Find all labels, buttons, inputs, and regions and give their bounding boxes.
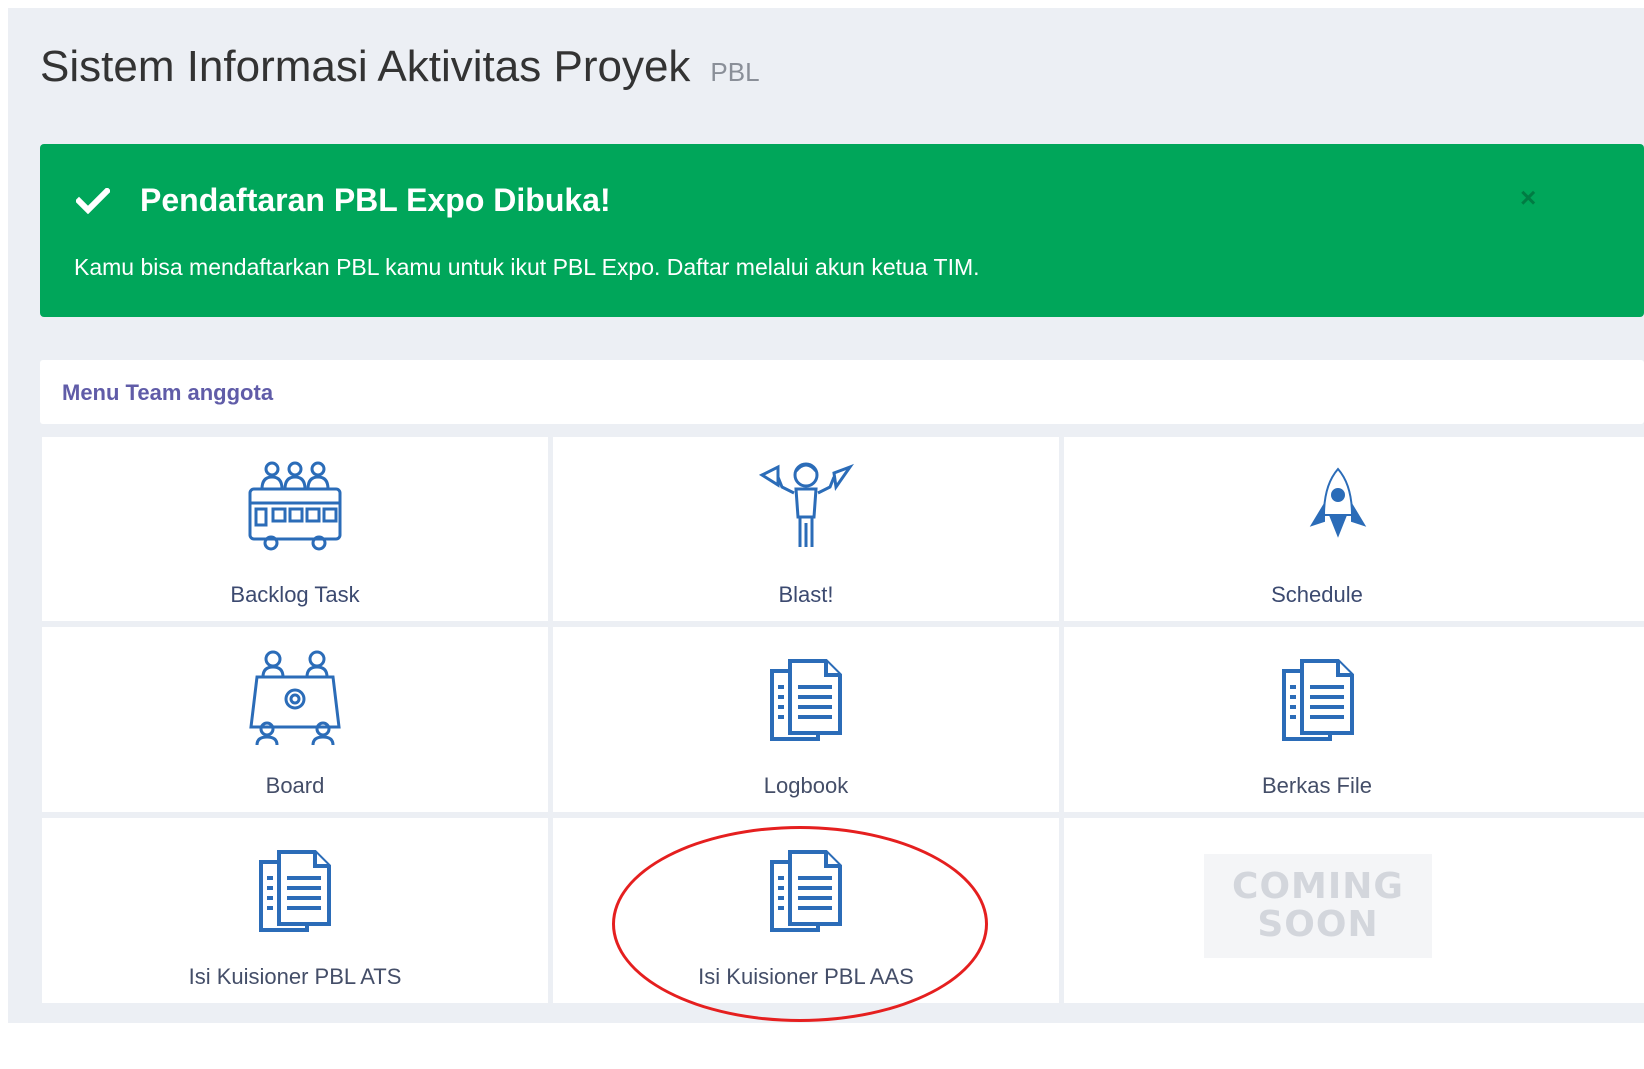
check-icon <box>76 188 110 214</box>
alert-success: Pendaftaran PBL Expo Dibuka! Kamu bisa m… <box>40 144 1644 317</box>
menu-tile-coming-soon: COMING SOON <box>1064 818 1644 1003</box>
tile-label: Isi Kuisioner PBL ATS <box>188 964 402 989</box>
tile-label: Logbook <box>763 773 849 798</box>
page-header: Sistem Informasi Aktivitas Proyek PBL <box>40 42 760 92</box>
menu-tile-blast[interactable]: Blast! <box>553 437 1059 621</box>
menu-box-title: Menu Team anggota <box>62 380 274 405</box>
alert-close-button[interactable]: × <box>1520 182 1536 214</box>
menu-tile-kuisioner-aas[interactable]: Isi Kuisioner PBL AAS <box>553 818 1059 1003</box>
team-bus-icon <box>248 461 342 551</box>
tile-label: Schedule <box>1271 582 1363 607</box>
document-icon <box>770 659 842 741</box>
tile-label: Isi Kuisioner PBL AAS <box>698 964 914 989</box>
menu-tile-schedule[interactable]: Schedule <box>1064 437 1644 621</box>
alert-message: Kamu bisa mendaftarkan PBL kamu untuk ik… <box>74 254 980 280</box>
document-icon <box>1282 659 1354 741</box>
document-icon <box>259 850 331 932</box>
menu-box-header: Menu Team anggota <box>40 360 1644 424</box>
menu-tile-board[interactable]: Board <box>42 627 548 812</box>
coming-soon-line1: COMING <box>1232 866 1404 907</box>
megaphone-person-icon <box>758 462 855 547</box>
alert-title: Pendaftaran PBL Expo Dibuka! <box>140 182 611 218</box>
tile-label: Board <box>265 773 325 798</box>
menu-tile-berkas-file[interactable]: Berkas File <box>1064 627 1644 812</box>
tile-label: Berkas File <box>1261 773 1373 798</box>
page-title: Sistem Informasi Aktivitas Proyek <box>40 42 691 91</box>
tile-label: Backlog Task <box>230 582 360 607</box>
document-icon <box>770 850 842 932</box>
menu-tile-backlog-task[interactable]: Backlog Task <box>42 437 548 621</box>
tile-label: Blast! <box>778 582 834 607</box>
menu-tile-kuisioner-ats[interactable]: Isi Kuisioner PBL ATS <box>42 818 548 1003</box>
meeting-board-icon <box>249 650 341 746</box>
content-wrapper: Sistem Informasi Aktivitas Proyek PBL Pe… <box>8 8 1644 1023</box>
menu-tile-logbook[interactable]: Logbook <box>553 627 1059 812</box>
coming-soon-image: COMING SOON <box>1204 854 1432 958</box>
page-subtitle: PBL <box>710 57 760 87</box>
rocket-icon <box>1309 467 1367 538</box>
coming-soon-line2: SOON <box>1257 904 1379 945</box>
